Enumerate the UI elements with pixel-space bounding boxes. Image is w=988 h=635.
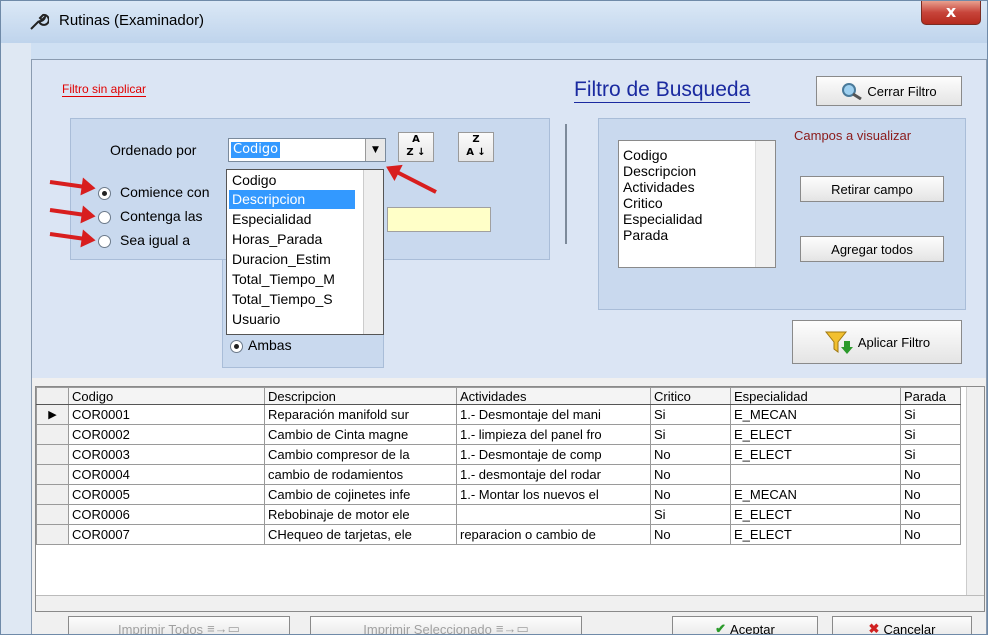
table-row[interactable]: COR0005 Cambio de cojinetes infe 1.- Monta… — [36, 484, 961, 505]
rutinas-window: Rutinas (Examinador) x Filtro sin aplica… — [0, 0, 988, 635]
field-item[interactable]: Parada — [623, 227, 668, 243]
close-filter-label: Cerrar Filtro — [867, 83, 937, 99]
dropdown-scrollbar[interactable] — [363, 170, 383, 334]
funnel-icon — [824, 331, 853, 354]
print-selected-button[interactable]: Imprimir Seleccionado ≡→▭ — [310, 616, 582, 635]
radio-equals[interactable] — [98, 235, 111, 248]
field-item[interactable]: Descripcion — [623, 163, 696, 179]
table-header-row: Codigo Descripcion Actividades Critico E… — [36, 387, 961, 405]
printer-icon: ≡→▭ — [495, 621, 529, 635]
table-row[interactable]: ▶ COR0001 Reparación manifold sur 1.- Desmo… — [36, 404, 961, 425]
chevron-down-icon[interactable]: ▼ — [365, 139, 385, 161]
magnifier-icon — [842, 83, 863, 100]
filter-status: Filtro sin aplicar — [62, 82, 147, 97]
current-row-icon: ▶ — [36, 404, 69, 425]
both-label: Ambas — [248, 337, 292, 353]
table-row[interactable]: COR0007 CHequeo de tarjetas, ele reparacio… — [36, 524, 961, 545]
printer-icon: ≡→▭ — [207, 621, 240, 635]
apply-filter-button[interactable]: Aplicar Filtro — [792, 320, 962, 364]
results-grid[interactable]: Codigo Descripcion Actividades Critico E… — [35, 386, 985, 612]
cross-icon: ✖ — [868, 621, 880, 635]
fields-title: Campos a visualizar — [794, 128, 912, 143]
radio-contains[interactable] — [98, 211, 111, 224]
close-icon: x — [945, 2, 957, 21]
dropdown-item[interactable]: Codigo — [229, 171, 355, 190]
field-item[interactable]: Codigo — [623, 147, 667, 163]
sort-descending-button[interactable]: ZA ↓ — [458, 132, 494, 162]
close-button[interactable]: x — [921, 1, 981, 25]
equals-label: Sea igual a — [120, 232, 191, 248]
contains-label: Contenga las — [120, 208, 203, 224]
dropdown-item[interactable]: Total_Tiempo_M — [229, 270, 355, 289]
checkmark-icon: ✔ — [715, 621, 727, 635]
col-header[interactable]: Parada — [900, 387, 961, 405]
dropdown-item-selected[interactable]: Descripcion — [229, 190, 355, 209]
field-item[interactable]: Actividades — [623, 179, 695, 195]
table-row[interactable]: COR0002 Cambio de Cinta magne 1.- limpieza… — [36, 424, 961, 445]
radio-both[interactable] — [230, 340, 243, 353]
fields-scrollbar[interactable] — [755, 141, 775, 267]
print-all-button[interactable]: Imprimir Todos ≡→▭ — [68, 616, 290, 635]
table-row[interactable]: COR0003 Cambio compresor de la 1.- Desmont… — [36, 444, 961, 465]
title-bar[interactable]: Rutinas (Examinador) x — [1, 1, 987, 43]
col-header[interactable]: Critico — [650, 387, 731, 405]
dropdown-item[interactable]: Horas_Parada — [229, 230, 355, 249]
row-header-corner — [36, 387, 69, 405]
add-all-button[interactable]: Agregar todos — [800, 236, 944, 262]
sort-ascending-button[interactable]: AZ ↓ — [398, 132, 434, 162]
col-header[interactable]: Especialidad — [730, 387, 901, 405]
close-filter-button[interactable]: Cerrar Filtro — [816, 76, 962, 106]
col-header[interactable]: Actividades — [456, 387, 651, 405]
grid-horizontal-scrollbar[interactable] — [36, 595, 984, 611]
dropdown-item[interactable]: Duracion_Estim — [229, 250, 355, 269]
field-item[interactable]: Especialidad — [623, 211, 702, 227]
radio-starts-with[interactable] — [98, 187, 111, 200]
order-label: Ordenado por — [110, 142, 197, 158]
client-area: Filtro sin aplicar Filtro de Busqueda Ce… — [31, 59, 987, 635]
filter-title: Filtro de Busqueda — [574, 78, 751, 103]
remove-field-button[interactable]: Retirar campo — [800, 176, 944, 202]
panel-divider — [565, 124, 567, 244]
order-combo[interactable]: Codigo ▼ — [228, 138, 386, 162]
starts-with-label: Comience con — [120, 184, 210, 200]
results-table: Codigo Descripcion Actividades Critico E… — [36, 387, 961, 545]
table-row[interactable]: COR0006 Rebobinaje de motor ele Si E_ELECT N… — [36, 504, 961, 525]
grid-vertical-scrollbar[interactable] — [966, 387, 984, 595]
cancel-button[interactable]: ✖ Cancelar — [832, 616, 972, 635]
table-row[interactable]: COR0004 cambio de rodamientos 1.- desmonta… — [36, 464, 961, 485]
filter-text-input[interactable] — [387, 207, 491, 232]
col-header[interactable]: Codigo — [68, 387, 265, 405]
order-value: Codigo — [231, 142, 281, 158]
wrench-icon — [30, 13, 49, 30]
filter-area: Filtro sin aplicar Filtro de Busqueda Ce… — [32, 60, 986, 378]
dropdown-item[interactable]: Especialidad — [229, 210, 355, 229]
col-header[interactable]: Descripcion — [264, 387, 457, 405]
accept-button[interactable]: ✔ Aceptar — [672, 616, 818, 635]
dropdown-item[interactable]: Total_Tiempo_S — [229, 290, 355, 309]
dropdown-item[interactable]: Usuario — [229, 310, 355, 329]
window-title: Rutinas (Examinador) — [59, 12, 205, 29]
fields-listbox[interactable]: Codigo Descripcion Actividades Critico E… — [618, 140, 776, 268]
field-item[interactable]: Critico — [623, 195, 663, 211]
order-dropdown-list[interactable]: Codigo Descripcion Especialidad Horas_Pa… — [226, 169, 384, 335]
background-strip — [1, 43, 31, 634]
